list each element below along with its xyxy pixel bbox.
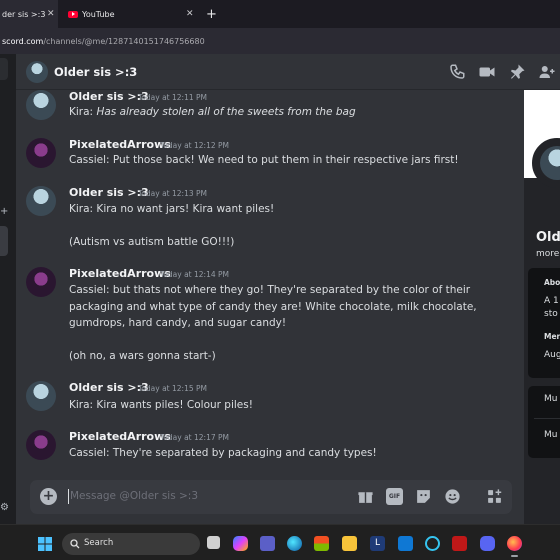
message-content: Cassiel: but thats not where they go! Th… (69, 284, 471, 296)
close-tab-icon[interactable]: ✕ (186, 9, 194, 19)
windows-start-icon[interactable] (38, 537, 52, 551)
teams-icon[interactable] (260, 536, 275, 551)
member-since-date: Aug (544, 350, 560, 360)
about-text-2: sto (544, 309, 558, 319)
profile-name: Old (536, 230, 560, 245)
message-content: (Autism vs autism battle GO!!!) (69, 236, 235, 248)
edge-icon[interactable] (287, 536, 302, 551)
taskbar-search[interactable]: Search (62, 533, 200, 555)
mutual-friends-label: Mu (544, 430, 558, 440)
message-author[interactable]: PixelatedArrows (69, 430, 171, 443)
profile-about-card: Abo A 1 sto Mer Aug (528, 268, 560, 378)
url-host: scord.com (2, 36, 44, 46)
mcafee-icon[interactable] (452, 536, 467, 551)
close-tab-icon[interactable]: ✕ (47, 9, 55, 19)
message-content: Cassiel: They're separated by packaging … (69, 447, 377, 459)
avatar[interactable] (26, 267, 56, 297)
browser-tab-bar: der sis >:3 ✕ YouTube ✕ + (0, 0, 560, 28)
message-content: Cassiel: Put those back! We need to put … (69, 154, 459, 166)
avatar[interactable] (26, 138, 56, 168)
search-icon (70, 539, 80, 549)
mutual-servers-label: Mu (544, 394, 558, 404)
video-call-icon[interactable] (478, 63, 496, 81)
server-icon[interactable] (0, 226, 8, 256)
chat-area: Older sis >:3 Older sis >:3 Today at 12:… (16, 54, 560, 524)
pin-icon[interactable] (508, 63, 526, 81)
message-content: (oh no, a wars gonna start-) (69, 350, 216, 362)
add-friend-icon[interactable] (538, 63, 556, 81)
avatar[interactable] (26, 90, 56, 120)
file-explorer-icon[interactable] (342, 536, 357, 551)
message-timestamp: Today at 12:11 PM (138, 93, 207, 102)
mutual-servers-row[interactable]: Mu Mu (528, 386, 560, 458)
avatar[interactable] (26, 430, 56, 460)
member-since-label: Mer (544, 332, 560, 341)
message-content: gumdrops, hard candy, and sugar candy! (69, 317, 287, 329)
about-text-1: A 1 (544, 296, 559, 306)
gif-label: GIF (388, 493, 401, 500)
cortana-icon[interactable] (425, 536, 440, 551)
about-label: Abo (544, 278, 560, 287)
message-input[interactable]: Message @Older sis >:3 (70, 490, 198, 502)
windows-taskbar: Search L (0, 524, 560, 560)
server-list: + ⚙ (0, 54, 16, 524)
firefox-icon[interactable] (507, 536, 522, 557)
new-tab-button[interactable]: + (206, 0, 222, 28)
message-timestamp: Today at 12:13 PM (138, 189, 207, 198)
message-timestamp: Today at 12:17 PM (160, 433, 229, 442)
header-avatar[interactable] (26, 61, 48, 83)
task-view-icon[interactable] (207, 536, 220, 549)
settings-gear-icon[interactable]: ⚙ (0, 502, 9, 513)
message-content: Kira: Has already stolen all of the swee… (69, 104, 509, 121)
store-icon[interactable] (314, 536, 329, 551)
tab-youtube-label: YouTube (82, 9, 115, 19)
apps-icon[interactable] (486, 488, 503, 505)
avatar[interactable] (26, 381, 56, 411)
phone-call-icon[interactable] (448, 63, 466, 81)
libreoffice-icon[interactable]: L (370, 536, 385, 551)
message-content: Kira: Kira no want jars! Kira want piles… (69, 203, 275, 215)
emoji-icon[interactable] (444, 488, 461, 505)
add-server-icon[interactable]: + (0, 206, 8, 217)
message-author[interactable]: Older sis >:3 (69, 381, 149, 394)
address-bar[interactable]: scord.com/channels/@me/12871401517467566… (0, 28, 560, 54)
message-speaker: Kira: (69, 106, 97, 118)
message-author[interactable]: Older sis >:3 (69, 186, 149, 199)
gif-icon[interactable]: GIF (386, 488, 403, 505)
avatar[interactable] (26, 186, 56, 216)
message-content: Kira: Kira wants piles! Colour piles! (69, 399, 253, 411)
discord-icon[interactable] (480, 536, 495, 551)
divider (534, 418, 560, 419)
new-tab-plus: + (206, 6, 217, 22)
tab-discord-label: der sis >:3 (2, 9, 46, 19)
youtube-icon (68, 10, 78, 18)
channel-title: Older sis >:3 (54, 65, 138, 79)
text-cursor (68, 489, 69, 504)
profile-panel: Old more Abo A 1 sto Mer Aug Mu Mu (524, 90, 560, 524)
server-icon[interactable] (0, 58, 8, 80)
message-author[interactable]: PixelatedArrows (69, 267, 171, 280)
url-path: /channels/@me/1287140151746756680 (43, 36, 205, 46)
message-content: packaging and what type of candy they ar… (69, 301, 477, 313)
add-attachment-icon[interactable]: + (40, 488, 57, 505)
sticker-icon[interactable] (415, 488, 432, 505)
message-author[interactable]: Older sis >:3 (69, 90, 149, 103)
message-timestamp: Today at 12:15 PM (138, 384, 207, 393)
mail-icon[interactable] (398, 536, 413, 551)
message-timestamp: Today at 12:14 PM (160, 270, 229, 279)
message-action-italic: Has already stolen all of the sweets fro… (96, 106, 356, 118)
tab-discord[interactable]: der sis >:3 ✕ (0, 0, 58, 28)
message-timestamp: Today at 12:12 PM (160, 141, 229, 150)
profile-subtitle: more (536, 249, 560, 259)
copilot-icon[interactable] (233, 536, 248, 551)
message-author[interactable]: PixelatedArrows (69, 138, 171, 151)
channel-header: Older sis >:3 (16, 54, 560, 90)
gift-icon[interactable] (357, 488, 374, 505)
search-label: Search (84, 538, 114, 548)
tab-youtube[interactable]: YouTube ✕ (68, 0, 198, 28)
message-composer: + Message @Older sis >:3 GIF (30, 480, 512, 514)
